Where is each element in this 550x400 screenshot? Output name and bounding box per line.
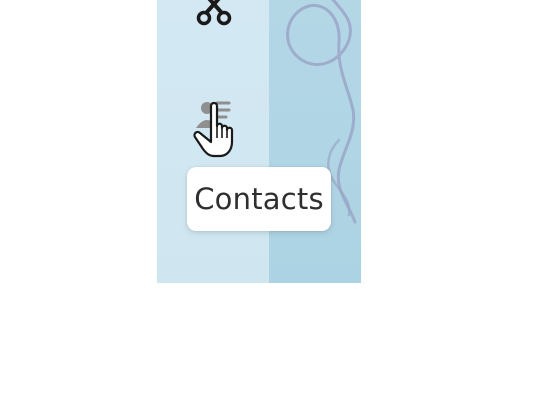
hand-pointer-icon — [191, 98, 249, 162]
scissors-icon[interactable] — [191, 0, 237, 30]
tooltip-text: Contacts — [194, 182, 324, 216]
screenshot-region — [157, 0, 361, 283]
desktop-wallpaper — [269, 0, 361, 283]
contacts-tooltip: Contacts — [187, 167, 331, 231]
sidebar — [157, 0, 269, 283]
screen: Contacts — [0, 0, 550, 400]
